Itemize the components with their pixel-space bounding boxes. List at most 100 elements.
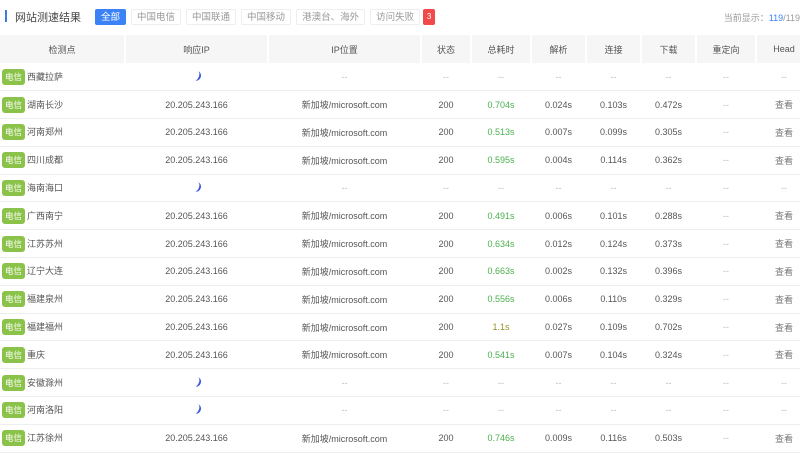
status-cell: 200 xyxy=(421,285,471,314)
total-time-cell: 1.1s xyxy=(471,313,531,342)
head-cell: -- xyxy=(756,368,800,398)
node-name: 江苏徐州 xyxy=(27,433,64,444)
dns-cell: -- xyxy=(531,396,586,425)
head-cell: -- xyxy=(756,396,800,425)
total-time-cell: 0.704s xyxy=(471,90,531,120)
page-title: 网站测速结果 xyxy=(15,12,81,24)
redirect-cell: -- xyxy=(696,285,756,314)
download-cell: 0.702s xyxy=(641,313,696,342)
view-head-link[interactable]: 查看 xyxy=(756,424,800,453)
tab-unicom[interactable]: 中国联通 xyxy=(186,9,237,25)
status-cell: 200 xyxy=(421,424,471,453)
node-cell: 电信 江苏苏州 xyxy=(0,229,125,259)
location-cell: 新加坡/microsoft.com xyxy=(268,285,421,314)
redirect-cell: -- xyxy=(696,396,756,425)
table-row: 电信 江苏徐州 20.205.243.166 新加坡/microsoft.com 200… xyxy=(0,424,800,453)
view-head-link[interactable]: 查看 xyxy=(756,146,800,175)
tab-overseas[interactable]: 港澳台、海外 xyxy=(296,9,366,25)
tab-failed[interactable]: 访问失败 xyxy=(370,9,421,25)
dns-cell: 0.006s xyxy=(531,201,586,231)
count-current: 119 xyxy=(768,13,784,23)
tab-all[interactable]: 全部 xyxy=(95,9,127,25)
isp-tag: 电信 xyxy=(2,374,26,391)
view-head-link[interactable]: 查看 xyxy=(756,257,800,286)
status-cell: -- xyxy=(421,396,471,425)
connect-cell: 0.132s xyxy=(586,257,641,286)
total-time-cell: -- xyxy=(471,63,531,92)
isp-tag: 电信 xyxy=(2,180,26,197)
node-name: 安徽滁州 xyxy=(27,377,64,388)
table-row: 电信 福建福州 20.205.243.166 新加坡/microsoft.com 200… xyxy=(0,313,800,342)
table-row: 电信 重庆 20.205.243.166 新加坡/microsoft.com 200 0.… xyxy=(0,340,800,370)
location-cell: 新加坡/microsoft.com xyxy=(268,90,421,120)
view-head-link[interactable]: 查看 xyxy=(756,118,800,147)
isp-tag: 电信 xyxy=(2,235,26,252)
connect-cell: -- xyxy=(586,396,641,425)
table-row: 电信 河南郑州 20.205.243.166 新加坡/microsoft.com 200… xyxy=(0,118,800,147)
fail-count-badge: 3 xyxy=(423,9,436,25)
dns-cell: -- xyxy=(531,174,586,203)
ip-cell: 20.205.243.166 xyxy=(125,90,268,120)
isp-tag: 电信 xyxy=(2,96,26,113)
node-name: 西藏拉萨 xyxy=(27,71,64,82)
view-head-link[interactable]: 查看 xyxy=(756,285,800,314)
location-cell: 新加坡/microsoft.com xyxy=(268,201,421,231)
ip-cell xyxy=(125,368,268,398)
view-head-link[interactable]: 查看 xyxy=(756,313,800,342)
total-time-cell: 0.746s xyxy=(471,424,531,453)
connect-cell: -- xyxy=(586,63,641,92)
table-row: 电信 湖南长沙 20.205.243.166 新加坡/microsoft.com 200… xyxy=(0,90,800,120)
view-head-link[interactable]: 查看 xyxy=(756,90,800,120)
node-name: 重庆 xyxy=(27,349,46,360)
node-cell: 电信 湖南长沙 xyxy=(0,90,125,120)
column-header-location: IP位置 xyxy=(268,35,422,63)
download-cell: 0.324s xyxy=(641,340,696,370)
status-cell: -- xyxy=(421,368,471,398)
isp-tag: 电信 xyxy=(2,402,26,419)
node-cell: 电信 福建泉州 xyxy=(0,285,125,314)
isp-tag: 电信 xyxy=(2,124,26,141)
display-count: 当前显示：119/119 xyxy=(724,11,800,24)
location-cell: 新加坡/microsoft.com xyxy=(268,118,421,147)
download-cell: 0.329s xyxy=(641,285,696,314)
connect-cell: 0.103s xyxy=(586,90,641,120)
status-cell: 200 xyxy=(421,201,471,231)
location-cell: -- xyxy=(268,174,421,203)
connect-cell: 0.116s xyxy=(586,424,641,453)
location-cell: 新加坡/microsoft.com xyxy=(268,146,421,175)
location-cell: 新加坡/microsoft.com xyxy=(268,340,421,370)
tab-telecom[interactable]: 中国电信 xyxy=(131,9,182,25)
view-head-link[interactable]: 查看 xyxy=(756,340,800,370)
ip-cell: 20.205.243.166 xyxy=(125,118,268,147)
table-row: 电信 江苏苏州 20.205.243.166 新加坡/microsoft.com 200… xyxy=(0,229,800,259)
node-name: 河南洛阳 xyxy=(27,405,64,416)
node-cell: 电信 四川成都 xyxy=(0,146,125,175)
dns-cell: -- xyxy=(531,63,586,92)
total-time-cell: 0.556s xyxy=(471,285,531,314)
node-cell: 电信 广西南宁 xyxy=(0,201,125,231)
head-cell: -- xyxy=(756,174,800,203)
ip-cell: 20.205.243.166 xyxy=(125,424,268,453)
node-name: 四川成都 xyxy=(27,155,64,166)
count-total: /119 xyxy=(783,13,800,23)
count-label: 当前显示： xyxy=(723,13,769,23)
tab-mobile[interactable]: 中国移动 xyxy=(241,9,292,25)
view-head-link[interactable]: 查看 xyxy=(756,229,800,259)
redirect-cell: -- xyxy=(696,340,756,370)
status-cell: -- xyxy=(421,174,471,203)
isp-tag: 电信 xyxy=(2,68,26,85)
ip-cell: 20.205.243.166 xyxy=(125,229,268,259)
connect-cell: 0.109s xyxy=(586,313,641,342)
redirect-cell: -- xyxy=(696,368,756,398)
results-table: 检测点 响应IP IP位置 状态 总耗时 解析 连接 下载 重定向 Head 电信 西藏拉萨 -- --… xyxy=(0,35,800,453)
download-cell: -- xyxy=(641,368,696,398)
total-time-cell: 0.595s xyxy=(471,146,531,175)
node-cell: 电信 西藏拉萨 xyxy=(0,63,125,92)
column-header-status: 状态 xyxy=(421,35,472,63)
ip-cell: 20.205.243.166 xyxy=(125,285,268,314)
ip-cell: 20.205.243.166 xyxy=(125,257,268,286)
column-header-connect: 连接 xyxy=(586,35,642,63)
node-name: 海南海口 xyxy=(27,183,64,194)
location-cell: 新加坡/microsoft.com xyxy=(268,257,421,286)
view-head-link[interactable]: 查看 xyxy=(756,201,800,231)
